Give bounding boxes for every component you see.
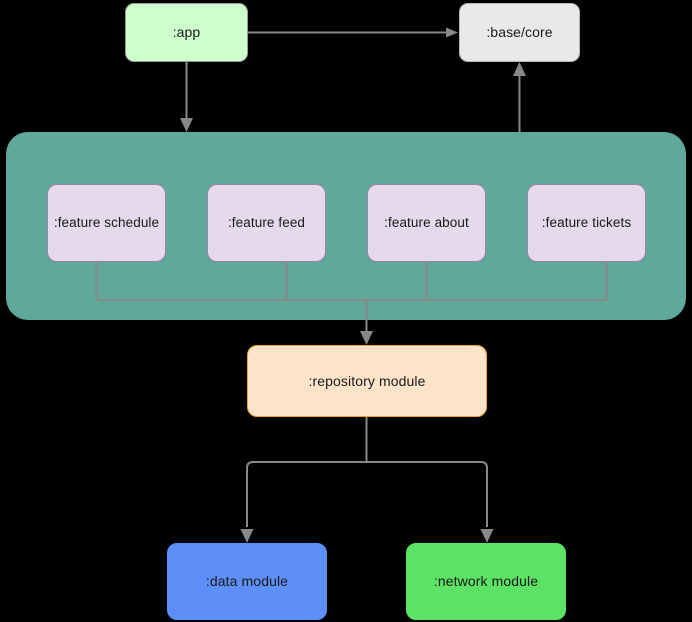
node-app[interactable]: :app bbox=[125, 3, 248, 62]
node-data-module-label: :data module bbox=[205, 573, 289, 590]
node-app-label: :app bbox=[172, 24, 201, 41]
diagram-canvas: :app :base/core :feature schedule :featu… bbox=[0, 0, 692, 622]
node-feature-feed-label: :feature feed bbox=[227, 214, 306, 230]
node-network-module[interactable]: :network module bbox=[406, 543, 566, 620]
node-data-module[interactable]: :data module bbox=[167, 543, 327, 620]
node-base-core-label: :base/core bbox=[486, 24, 553, 41]
node-base-core[interactable]: :base/core bbox=[459, 3, 580, 62]
node-feature-about-label: :feature about bbox=[384, 214, 469, 230]
node-feature-feed[interactable]: :feature feed bbox=[207, 184, 326, 262]
node-feature-schedule[interactable]: :feature schedule bbox=[47, 184, 166, 262]
node-network-module-label: :network module bbox=[433, 573, 539, 590]
node-feature-tickets-label: :feature tickets bbox=[541, 214, 632, 230]
edge-repository-to-data-network bbox=[240, 417, 494, 543]
node-repository-module[interactable]: :repository module bbox=[247, 345, 487, 417]
node-feature-tickets[interactable]: :feature tickets bbox=[527, 184, 646, 262]
node-feature-about[interactable]: :feature about bbox=[367, 184, 486, 262]
node-repository-module-label: :repository module bbox=[308, 372, 426, 389]
edge-app-to-base-core bbox=[248, 27, 458, 38]
edge-app-to-feature-group bbox=[180, 62, 193, 132]
node-feature-schedule-label: :feature schedule bbox=[53, 214, 160, 230]
edge-feature-group-to-base-core bbox=[513, 62, 526, 132]
